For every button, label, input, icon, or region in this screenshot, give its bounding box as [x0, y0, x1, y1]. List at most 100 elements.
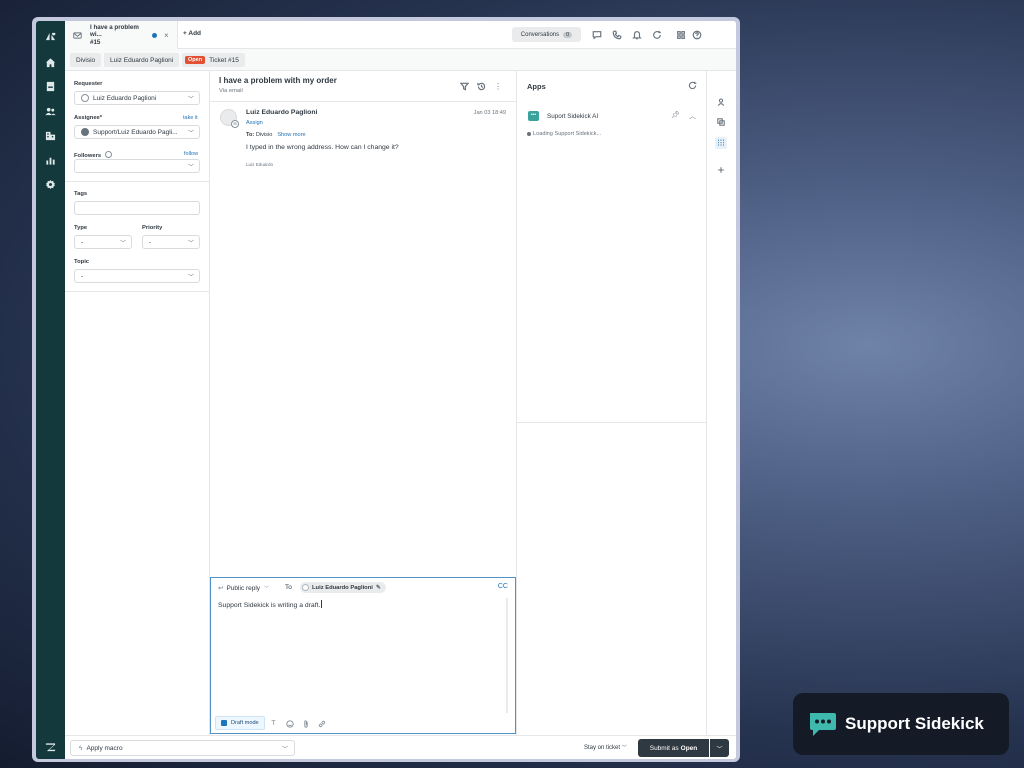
followers-label: Followers	[74, 151, 112, 159]
tab-title-text: I have a problem wi...	[90, 23, 139, 39]
topic-field[interactable]: - ﹀	[74, 269, 200, 283]
tab-subtitle: #15	[90, 38, 101, 46]
help-icon[interactable]	[691, 29, 703, 41]
cc-button[interactable]: CC	[498, 583, 508, 590]
top-bar: I have a problem wi... #15 × + Add Conve…	[65, 21, 736, 49]
type-label: Type	[74, 225, 88, 231]
editor-scrollbar[interactable]	[506, 598, 508, 713]
chat-icon[interactable]	[591, 29, 603, 41]
add-label: Add	[188, 30, 202, 37]
refresh-icon[interactable]	[651, 29, 663, 41]
apps-grid-icon[interactable]	[715, 137, 727, 149]
conversations-count: 0	[563, 31, 573, 38]
apply-macro-label: Apply macro	[86, 744, 123, 752]
logo-icon[interactable]	[43, 29, 58, 44]
followers-field[interactable]: ﹀	[74, 159, 200, 173]
assignee-value: Support/Luiz Eduardo Pagli...	[93, 128, 178, 136]
requester-value: Luiz Eduardo Paglioni	[93, 94, 157, 102]
add-app-icon[interactable]	[715, 164, 727, 176]
ticket-subject[interactable]: I have a problem with my order	[219, 76, 337, 85]
submit-options-button[interactable]: ﹀	[710, 739, 729, 757]
chevron-down-icon: ﹀	[119, 241, 126, 247]
draft-mode-button[interactable]: Draft mode	[215, 716, 265, 730]
follow-link[interactable]: follow	[184, 151, 198, 157]
type-field[interactable]: - ﹀	[74, 235, 132, 249]
draft-text[interactable]: Support Sidekick is writing a draft.	[218, 600, 323, 609]
ticket-tab[interactable]: I have a problem wi... #15 ×	[65, 21, 178, 49]
left-nav	[36, 21, 65, 759]
customers-icon[interactable]	[43, 104, 58, 119]
reply-type-selector[interactable]: ↩ Public reply ﹀	[218, 584, 270, 593]
breadcrumb-organization[interactable]: Divisio	[70, 53, 102, 67]
collapse-chevron-icon[interactable]: ︿	[689, 111, 699, 121]
home-icon[interactable]	[43, 55, 58, 70]
pin-icon[interactable]: 📌︎	[671, 111, 681, 121]
stay-on-ticket-dropdown[interactable]: Stay on ticket ﹀	[584, 744, 627, 751]
reporting-icon[interactable]	[43, 153, 58, 168]
conversation-header: I have a problem with my order Via email…	[210, 71, 517, 102]
more-options-icon[interactable]: ⋮	[493, 81, 503, 91]
chevron-down-icon: ﹀	[187, 275, 194, 281]
recipient-chip[interactable]: Luiz Eduardo Paglioni ✎	[300, 582, 386, 593]
bell-icon[interactable]	[631, 29, 643, 41]
breadcrumb-ticket[interactable]: Open Ticket #15	[182, 53, 245, 67]
breadcrumb: Divisio Luiz Eduardo Paglioni Open Ticket…	[65, 49, 736, 71]
email-channel-icon: ✉	[231, 120, 239, 128]
topic-label: Topic	[74, 259, 90, 265]
text-format-icon[interactable]: T	[269, 719, 278, 728]
assign-link[interactable]: Assign	[246, 120, 263, 126]
chevron-down-icon: ﹀	[621, 745, 627, 751]
priority-field[interactable]: - ﹀	[142, 235, 200, 249]
customer-context-icon[interactable]	[715, 96, 727, 108]
views-icon[interactable]	[43, 79, 58, 94]
draft-mode-label: Draft mode	[231, 720, 259, 726]
submit-button[interactable]: Submit as Open	[638, 739, 709, 757]
linked-tickets-icon[interactable]	[715, 116, 727, 128]
lightning-icon: ϟ	[79, 744, 83, 752]
apply-macro-dropdown[interactable]: ϟ Apply macro ﹀	[70, 740, 295, 756]
requester-avatar[interactable]: ✉	[220, 109, 239, 128]
zendesk-brand-icon	[43, 740, 58, 755]
window-frame: I have a problem wi... #15 × + Add Conve…	[32, 17, 740, 762]
refresh-apps-icon[interactable]	[688, 81, 698, 91]
emoji-icon[interactable]	[285, 719, 294, 728]
apps-panel: Apps ••• Suport Sidekick AI 📌︎ ︿ Loading…	[517, 71, 707, 735]
group-icon	[81, 128, 89, 136]
draft-mode-icon	[221, 720, 227, 726]
edit-pencil-icon[interactable]: ✎	[376, 585, 381, 591]
reply-arrow-icon: ↩	[218, 585, 224, 592]
to-value: Divisio	[255, 132, 273, 138]
channel-via: Via email	[219, 88, 243, 94]
tab-title: I have a problem wi... #15	[90, 24, 150, 47]
unsaved-dot	[152, 32, 157, 38]
close-tab-icon[interactable]: ×	[164, 31, 169, 40]
products-grid-icon[interactable]	[675, 29, 687, 41]
show-more-link[interactable]: Show more	[277, 132, 305, 138]
requester-field[interactable]: Luiz Eduardo Paglioni ﹀	[74, 91, 200, 105]
user-icon	[81, 94, 89, 102]
history-icon[interactable]	[476, 81, 486, 91]
admin-gear-icon[interactable]	[43, 177, 58, 192]
add-tab-button[interactable]: + Add	[183, 30, 201, 37]
submit-prefix: Submit as	[649, 744, 679, 752]
filter-icon[interactable]	[459, 81, 469, 91]
chevron-down-icon: ﹀	[264, 585, 270, 592]
conversations-button[interactable]: Conversations 0	[512, 27, 581, 42]
tags-field[interactable]	[74, 201, 200, 215]
attachment-icon[interactable]	[301, 719, 310, 728]
support-sidekick-badge: Support Sidekick	[793, 693, 1009, 755]
phone-icon[interactable]	[611, 29, 623, 41]
take-it-link[interactable]: take it	[183, 115, 198, 121]
breadcrumb-requester[interactable]: Luiz Eduardo Paglioni	[104, 53, 180, 67]
assignee-field[interactable]: Support/Luiz Eduardo Pagli... ﹀	[74, 125, 200, 139]
type-value: -	[81, 238, 84, 246]
message-author[interactable]: Luiz Eduardo Paglioni	[246, 109, 317, 116]
chevron-down-icon: ﹀	[187, 165, 194, 171]
ticket-properties-panel: Requester Luiz Eduardo Paglioni ﹀ Assigne…	[65, 71, 210, 735]
stay-on-ticket-label: Stay on ticket	[584, 745, 621, 751]
reply-editor[interactable]: ↩ Public reply ﹀ To Luiz Eduardo Paglioni ✎…	[210, 577, 516, 734]
app-name[interactable]: Suport Sidekick AI	[547, 113, 598, 120]
assignee-label: Assignee*	[74, 115, 103, 121]
link-icon[interactable]	[317, 719, 326, 728]
organizations-icon[interactable]	[43, 128, 58, 143]
